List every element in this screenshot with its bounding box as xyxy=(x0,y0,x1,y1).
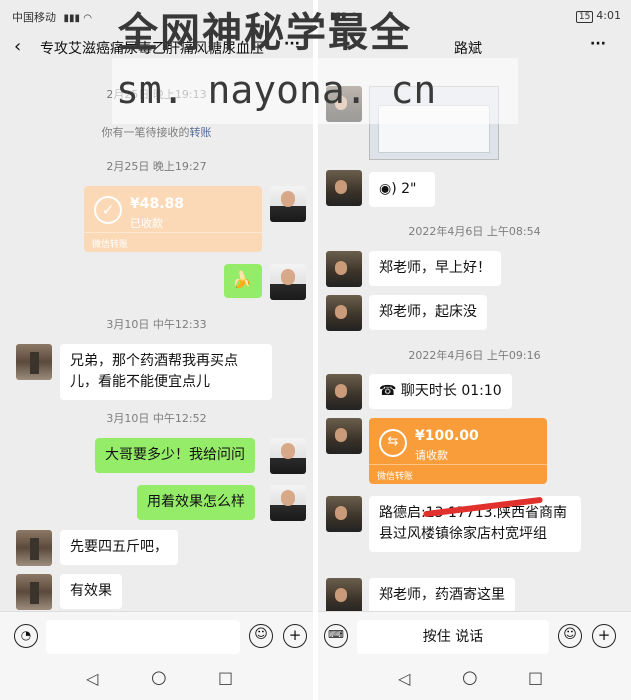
transfer-status: 请收款 xyxy=(415,449,448,462)
voice-message[interactable]: ◉) 2" xyxy=(369,172,435,207)
timestamp: 2022年4月6日 上午08:54 xyxy=(408,225,541,238)
avatar[interactable] xyxy=(270,264,306,300)
transfer-status: 已收款 xyxy=(130,217,163,230)
transfer-arrows-icon: ⇆ xyxy=(379,429,407,457)
phone-icon: ☎ xyxy=(379,383,397,399)
more-options-icon[interactable]: ··· xyxy=(590,36,606,52)
pending-transfer-notice: 你有一笔待接收的转账 xyxy=(101,126,212,139)
system-nav-bar: ◁ ○ □ xyxy=(0,661,313,700)
avatar[interactable] xyxy=(270,438,306,474)
avatar[interactable] xyxy=(16,344,52,380)
carrier-label: 中国移动 xyxy=(12,11,56,24)
nav-back-icon[interactable]: ◁ xyxy=(398,669,410,688)
transfer-received-card[interactable]: ✓ ¥48.88 已收款 微信转账 xyxy=(84,186,262,252)
message-bubble[interactable]: 先要四五斤吧， xyxy=(60,530,178,565)
nav-home-icon[interactable]: ○ xyxy=(462,667,478,688)
avatar[interactable] xyxy=(270,186,306,222)
avatar[interactable] xyxy=(326,578,362,614)
message-bubble[interactable]: 郑老师，早上好！ xyxy=(369,251,501,286)
transfer-request-card[interactable]: ⇆ ¥100.00 请收款 微信转账 xyxy=(369,418,547,484)
emoji-message[interactable]: 🍌 xyxy=(224,264,262,298)
signal-icon: ▮▮▮ ◠ xyxy=(63,13,92,24)
input-bar: ◔ ☺ + xyxy=(0,611,313,661)
avatar[interactable] xyxy=(16,530,52,566)
keyboard-icon[interactable]: ⌨ xyxy=(324,624,348,648)
avatar[interactable] xyxy=(16,574,52,610)
message-bubble[interactable]: 郑老师，起床没 xyxy=(369,295,487,330)
message-input[interactable] xyxy=(46,620,240,654)
avatar[interactable] xyxy=(326,170,362,206)
address-message[interactable]: 路德启:13 17713.陕西省商南县过风楼镇徐家店村宽坪组 xyxy=(369,496,581,552)
clock: 4:01 xyxy=(596,9,621,22)
nav-home-icon[interactable]: ○ xyxy=(151,667,167,688)
nav-back-icon[interactable]: ◁ xyxy=(86,669,98,688)
transfer-amount: ¥48.88 xyxy=(130,196,185,212)
avatar[interactable] xyxy=(326,496,362,532)
avatar[interactable] xyxy=(326,418,362,454)
smiley-icon[interactable]: ☺ xyxy=(558,624,582,648)
status-right: 15 4:01 xyxy=(575,9,621,23)
timestamp: 2022年4月6日 上午09:16 xyxy=(408,349,541,362)
smiley-icon[interactable]: ☺ xyxy=(249,624,273,648)
transfer-footer: 微信转账 xyxy=(84,232,262,252)
check-circle-icon: ✓ xyxy=(94,196,122,224)
timestamp: 2月25日 晚上19:27 xyxy=(106,160,207,173)
plus-icon[interactable]: + xyxy=(592,624,616,648)
timestamp: 3月10日 中午12:33 xyxy=(106,318,207,331)
watermark-line2: sm. nayona. cn xyxy=(116,68,437,112)
chevron-left-icon[interactable]: ‹ xyxy=(14,36,21,57)
transfer-amount: ¥100.00 xyxy=(415,428,479,444)
system-nav-bar: ◁ ○ □ xyxy=(318,661,631,700)
message-bubble[interactable]: 用着效果怎么样 xyxy=(137,485,255,520)
message-bubble[interactable]: 大哥要多少！我给问问 xyxy=(95,438,255,473)
transfer-footer: 微信转账 xyxy=(369,464,547,484)
message-bubble[interactable]: 兄弟，那个药酒帮我再买点儿，看能不能便宜点儿 xyxy=(60,344,272,400)
watermark-line1: 全网神秘学最全 xyxy=(118,10,412,56)
nav-recent-icon[interactable]: □ xyxy=(218,668,233,687)
chat-title: 路斌 xyxy=(454,41,482,57)
timestamp: 3月10日 中午12:52 xyxy=(106,412,207,425)
voice-icon[interactable]: ◔ xyxy=(14,624,38,648)
voice-wave-icon: ◉) xyxy=(379,181,397,197)
avatar[interactable] xyxy=(326,295,362,331)
message-bubble[interactable]: 有效果 xyxy=(60,574,122,609)
call-duration-message[interactable]: ☎ 聊天时长 01:10 xyxy=(369,374,512,409)
avatar[interactable] xyxy=(326,251,362,287)
battery-icon: 15 xyxy=(575,11,594,23)
hold-to-talk-button[interactable]: 按住 说话 xyxy=(357,620,549,654)
input-bar: ⌨ 按住 说话 ☺ + xyxy=(318,611,631,661)
plus-icon[interactable]: + xyxy=(283,624,307,648)
avatar[interactable] xyxy=(270,485,306,521)
avatar[interactable] xyxy=(326,374,362,410)
transfer-link[interactable]: 转账 xyxy=(190,126,212,139)
message-bubble[interactable]: 郑老师，药酒寄这里 xyxy=(369,578,515,613)
nav-recent-icon[interactable]: □ xyxy=(528,668,543,687)
